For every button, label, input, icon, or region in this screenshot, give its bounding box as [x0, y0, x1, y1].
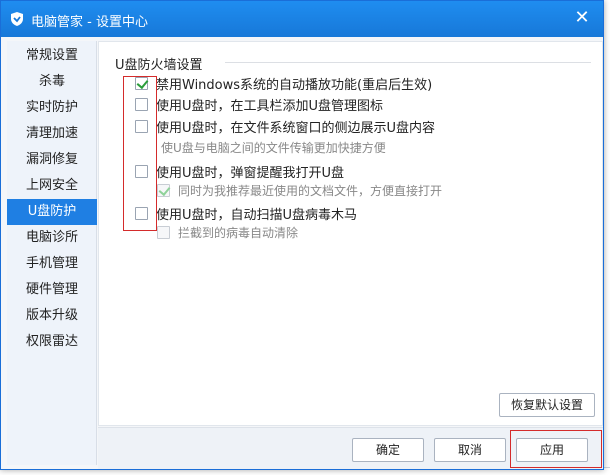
ok-button[interactable]: 确定: [352, 438, 424, 462]
sidebar-item-realtime-protection[interactable]: 实时防护: [7, 95, 97, 121]
sidebar-item-version-upgrade[interactable]: 版本升级: [7, 303, 97, 329]
sidebar-item-phone-management[interactable]: 手机管理: [7, 251, 97, 277]
option-auto-clean-virus: 拦截到的病毒自动清除: [157, 223, 298, 241]
option-label: 禁用Windows系统的自动播放功能(重启后生效): [156, 77, 433, 93]
apply-button[interactable]: 应用: [516, 438, 588, 462]
sidebar-item-pc-clinic[interactable]: 电脑诊所: [7, 225, 97, 251]
cancel-button[interactable]: 取消: [434, 438, 506, 462]
dialog-footer: 确定 取消 应用: [98, 427, 603, 469]
title-bar[interactable]: 电脑管家 - 设置中心 ✕: [1, 1, 603, 37]
sidebar-item-usb-protection[interactable]: U盘防护: [7, 199, 97, 225]
option-label: 使用U盘时，在文件系统窗口的侧边展示U盘内容: [156, 120, 436, 136]
shield-logo-icon: [11, 12, 23, 26]
option-popup-reminder[interactable]: 使用U盘时，弹窗提醒我打开U盘: [135, 162, 345, 181]
option-auto-clean-virus-checkbox: [157, 225, 170, 239]
sidebar-item-vulnerability-fix[interactable]: 漏洞修复: [7, 147, 97, 173]
option-recommend-recent-docs-checkbox: [157, 183, 170, 197]
settings-sidebar: 常规设置 杀毒 实时防护 清理加速 漏洞修复 上网安全 U盘防护 电脑诊所 手机…: [7, 41, 97, 465]
option-label: 使用U盘时，在工具栏添加U盘管理图标: [156, 98, 384, 114]
option-sidebar-content[interactable]: 使用U盘时，在文件系统窗口的侧边展示U盘内容: [135, 117, 436, 136]
option-recommend-recent-docs: 同时为我推荐最近使用的文档文件，方便直接打开: [157, 181, 442, 199]
sidebar-item-permission-radar[interactable]: 权限雷达: [7, 329, 97, 355]
window-title: 电脑管家 - 设置中心: [31, 15, 148, 30]
option-popup-reminder-checkbox[interactable]: [135, 164, 148, 178]
option-sidebar-content-hint: 使U盘与电脑之间的文件传输更加快捷方便: [161, 141, 386, 155]
close-icon: ✕: [574, 7, 590, 28]
option-label: 使用U盘时，自动扫描U盘病毒木马: [156, 207, 358, 223]
restore-default-button[interactable]: 恢复默认设置: [499, 393, 595, 417]
sidebar-item-general[interactable]: 常规设置: [7, 43, 97, 69]
section-title: U盘防火墙设置: [115, 58, 203, 73]
option-toolbar-icon[interactable]: 使用U盘时，在工具栏添加U盘管理图标: [135, 95, 384, 114]
option-label: 拦截到的病毒自动清除: [178, 225, 299, 240]
settings-window: 电脑管家 - 设置中心 ✕ 常规设置 杀毒 实时防护 清理加速 漏洞修复 上网安…: [0, 0, 604, 470]
sidebar-item-hardware-management[interactable]: 硬件管理: [7, 277, 97, 303]
option-sidebar-content-checkbox[interactable]: [135, 119, 148, 133]
option-auto-scan-checkbox[interactable]: [135, 206, 148, 220]
usb-settings-panel: U盘防火墙设置 禁用Windows系统的自动播放功能(重启后生效) 使用U盘时，…: [98, 41, 603, 426]
section-divider: [225, 62, 591, 63]
option-disable-autoplay-checkbox[interactable]: [135, 76, 148, 90]
sidebar-item-antivirus[interactable]: 杀毒: [7, 69, 97, 95]
sidebar-item-cleanup[interactable]: 清理加速: [7, 121, 97, 147]
option-label: 使用U盘时，弹窗提醒我打开U盘: [156, 165, 345, 181]
option-label: 同时为我推荐最近使用的文档文件，方便直接打开: [178, 183, 443, 198]
close-button[interactable]: ✕: [571, 8, 593, 30]
sidebar-item-web-security[interactable]: 上网安全: [7, 173, 97, 199]
option-toolbar-icon-checkbox[interactable]: [135, 97, 148, 111]
option-disable-autoplay[interactable]: 禁用Windows系统的自动播放功能(重启后生效): [135, 74, 433, 93]
option-auto-scan[interactable]: 使用U盘时，自动扫描U盘病毒木马: [135, 204, 358, 223]
